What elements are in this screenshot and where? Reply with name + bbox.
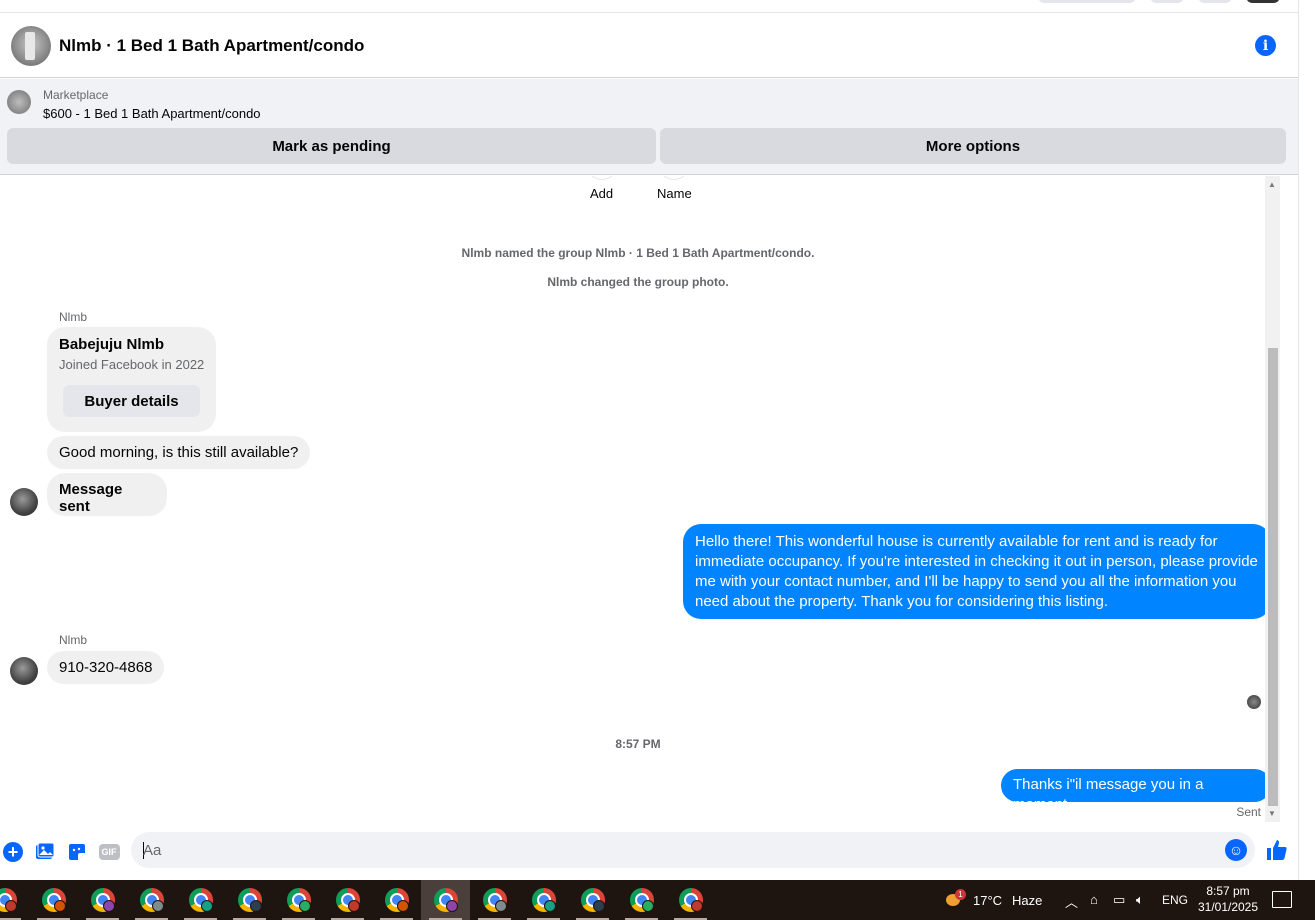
- clock-time: 8:57 pm: [1206, 884, 1250, 898]
- taskbar-chrome-app[interactable]: [519, 880, 568, 920]
- scroll-down-icon[interactable]: ▼: [1268, 809, 1276, 818]
- messenger-window: Nlmb · 1 Bed 1 Bath Apartment/condo i Ma…: [0, 0, 1298, 880]
- buyer-card: Babejuju Nlmb Joined Facebook in 2022 Bu…: [47, 327, 216, 432]
- system-message: Nlmb named the group Nlmb · 1 Bed 1 Bath…: [461, 246, 815, 260]
- emoji-icon[interactable]: ☺: [1225, 839, 1247, 861]
- taskbar-chrome-app[interactable]: [421, 880, 470, 920]
- system-clock[interactable]: 8:57 pm 31/01/2025: [1196, 883, 1260, 915]
- meet-now-icon[interactable]: ⌂: [1090, 892, 1098, 907]
- profile-avatar[interactable]: [1246, 0, 1280, 3]
- incoming-message[interactable]: Good morning, is this still available?: [47, 436, 311, 469]
- notification-center-icon[interactable]: [1272, 891, 1292, 908]
- name-action-label[interactable]: Name: [657, 186, 692, 201]
- add-action-circle[interactable]: [586, 176, 618, 180]
- taskbar-chrome-app[interactable]: [470, 880, 519, 920]
- buyer-joined: Joined Facebook in 2022: [59, 357, 205, 372]
- profile-badge-icon: [397, 900, 409, 912]
- profile-badge-icon: [691, 900, 703, 912]
- sender-name: Nlmb: [59, 633, 88, 647]
- taskbar-chrome-app[interactable]: [29, 880, 78, 920]
- message-list: Add Name Nlmb named the group Nlmb · 1 B…: [0, 176, 1298, 822]
- weather-temperature[interactable]: 17°C: [973, 880, 1002, 920]
- add-action-label[interactable]: Add: [590, 186, 613, 201]
- profile-badge-icon: [593, 900, 605, 912]
- windows-taskbar: 1 17°C Haze ︿ ⌂ ▭ 🔈︎ ENG 8:57 pm 31/01/2…: [0, 880, 1315, 920]
- profile-badge-icon: [642, 900, 654, 912]
- buyer-avatar[interactable]: [10, 488, 38, 516]
- taskbar-chrome-app[interactable]: [176, 880, 225, 920]
- scrollbar-thumb[interactable]: [1268, 348, 1278, 806]
- mark-as-pending-button[interactable]: Mark as pending: [7, 128, 656, 164]
- taskbar-chrome-app[interactable]: [372, 880, 421, 920]
- chat-header: Nlmb · 1 Bed 1 Bath Apartment/condo i: [0, 14, 1298, 78]
- sent-status: Sent: [1236, 805, 1261, 819]
- nav-icon-button[interactable]: [1150, 0, 1184, 3]
- profile-badge-icon: [250, 900, 262, 912]
- clock-date: 31/01/2025: [1197, 900, 1259, 914]
- taskbar-chrome-app[interactable]: [617, 880, 666, 920]
- chevron-up-icon[interactable]: ︿: [1065, 892, 1078, 911]
- taskbar-chrome-app[interactable]: [568, 880, 617, 920]
- weather-condition[interactable]: Haze: [1012, 880, 1042, 920]
- group-avatar[interactable]: [11, 25, 51, 66]
- profile-badge-icon: [495, 900, 507, 912]
- listing-title[interactable]: $600 - 1 Bed 1 Bath Apartment/condo: [43, 106, 261, 121]
- nav-icon-button[interactable]: [1198, 0, 1232, 3]
- weather-icon[interactable]: 1: [942, 889, 966, 910]
- taskbar-chrome-app[interactable]: [0, 880, 29, 920]
- more-options-button[interactable]: More options: [660, 128, 1286, 164]
- seen-indicator-avatar: [1247, 695, 1261, 709]
- profile-badge-icon: [446, 900, 458, 912]
- network-icon[interactable]: ▭: [1113, 892, 1125, 908]
- gif-icon[interactable]: GIF: [98, 841, 120, 863]
- plus-icon[interactable]: +: [2, 841, 24, 863]
- taskbar-chrome-app[interactable]: [323, 880, 372, 920]
- nav-pill[interactable]: [1038, 0, 1136, 3]
- profile-badge-icon: [348, 900, 360, 912]
- page-scroll-gutter[interactable]: [1298, 0, 1315, 880]
- profile-badge-icon: [103, 900, 115, 912]
- message-input[interactable]: [143, 832, 1213, 868]
- profile-badge-icon: [5, 900, 17, 912]
- like-icon[interactable]: [1264, 837, 1290, 863]
- message-timestamp: 8:57 PM: [615, 737, 661, 751]
- top-nav-remnant: [0, 0, 1298, 13]
- outgoing-message[interactable]: Hello there! This wonderful house is cur…: [683, 524, 1271, 619]
- incoming-message[interactable]: Message sent: [47, 473, 167, 516]
- listing-thumbnail[interactable]: [7, 90, 31, 114]
- language-indicator[interactable]: ENG: [1162, 880, 1188, 920]
- sticker-icon[interactable]: [66, 841, 88, 863]
- weather-notification-badge: 1: [955, 889, 966, 900]
- taskbar-chrome-app[interactable]: [78, 880, 127, 920]
- profile-badge-icon: [544, 900, 556, 912]
- profile-badge-icon: [299, 900, 311, 912]
- scrollbar[interactable]: ▲ ▼: [1265, 176, 1280, 822]
- message-composer: + GIF ☺: [0, 823, 1298, 880]
- marketplace-label: Marketplace: [43, 88, 109, 102]
- taskbar-chrome-app[interactable]: [127, 880, 176, 920]
- profile-badge-icon: [152, 900, 164, 912]
- scroll-up-icon[interactable]: ▲: [1268, 180, 1276, 189]
- buyer-avatar[interactable]: [10, 657, 38, 685]
- taskbar-chrome-app[interactable]: [666, 880, 715, 920]
- name-action-circle[interactable]: [658, 176, 690, 180]
- outgoing-message[interactable]: Thanks i"il message you in a moment: [1001, 769, 1271, 813]
- taskbar-chrome-app[interactable]: [274, 880, 323, 920]
- volume-icon[interactable]: 🔈︎: [1136, 892, 1144, 908]
- chat-title[interactable]: Nlmb · 1 Bed 1 Bath Apartment/condo: [59, 36, 364, 56]
- info-icon[interactable]: i: [1255, 35, 1276, 56]
- profile-badge-icon: [201, 900, 213, 912]
- message-input-wrapper[interactable]: ☺: [131, 832, 1255, 868]
- system-message: Nlmb changed the group photo.: [547, 275, 729, 289]
- marketplace-banner: Marketplace $600 - 1 Bed 1 Bath Apartmen…: [0, 79, 1298, 175]
- incoming-message[interactable]: 910-320-4868: [47, 651, 165, 684]
- profile-badge-icon: [54, 900, 66, 912]
- photo-icon[interactable]: [34, 841, 56, 863]
- buyer-name: Babejuju Nlmb: [59, 336, 165, 353]
- taskbar-chrome-app[interactable]: [225, 880, 274, 920]
- sender-name: Nlmb: [59, 310, 88, 324]
- buyer-details-button[interactable]: Buyer details: [63, 385, 200, 417]
